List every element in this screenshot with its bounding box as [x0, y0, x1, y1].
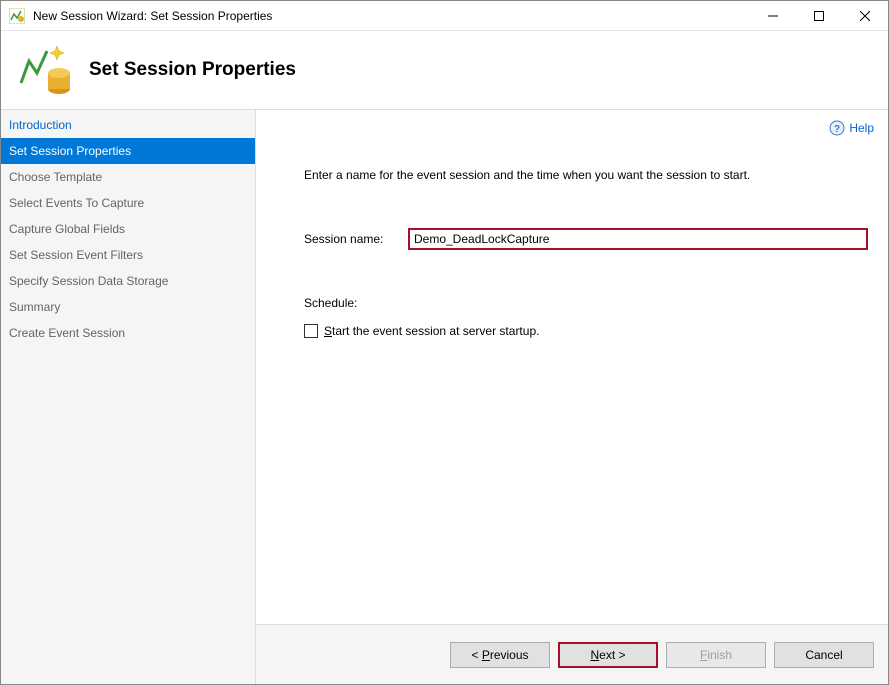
schedule-label: Schedule:: [304, 296, 870, 310]
wizard-header-icon: [17, 43, 71, 97]
help-link[interactable]: ? Help: [829, 120, 874, 136]
minimize-button[interactable]: [750, 1, 796, 30]
finish-button: Finish: [666, 642, 766, 668]
window-title: New Session Wizard: Set Session Properti…: [33, 9, 750, 23]
content-pane: ? Help Enter a name for the event sessio…: [256, 109, 888, 684]
close-button[interactable]: [842, 1, 888, 30]
session-name-row: Session name:: [304, 228, 870, 250]
sidebar-item-set-session-properties[interactable]: Set Session Properties: [1, 138, 255, 164]
session-name-label: Session name:: [304, 232, 408, 246]
startup-checkbox[interactable]: [304, 324, 318, 338]
sidebar-item-choose-template: Choose Template: [1, 164, 255, 190]
maximize-button[interactable]: [796, 1, 842, 30]
button-bar: < Previous Next > Finish Cancel: [256, 624, 888, 684]
window-controls: [750, 1, 888, 30]
sidebar-item-capture-global-fields: Capture Global Fields: [1, 216, 255, 242]
page-title: Set Session Properties: [89, 59, 296, 81]
startup-checkbox-row: Start the event session at server startu…: [304, 324, 870, 338]
sidebar-item-introduction[interactable]: Introduction: [1, 112, 255, 138]
wizard-header: Set Session Properties: [1, 31, 888, 109]
sidebar-item-data-storage: Specify Session Data Storage: [1, 268, 255, 294]
startup-checkbox-label: Start the event session at server startu…: [324, 324, 539, 338]
sidebar-item-select-events: Select Events To Capture: [1, 190, 255, 216]
help-icon: ?: [829, 120, 845, 136]
sidebar-item-set-event-filters: Set Session Event Filters: [1, 242, 255, 268]
sidebar-item-summary: Summary: [1, 294, 255, 320]
svg-text:?: ?: [834, 124, 840, 135]
session-name-input[interactable]: [408, 228, 868, 250]
body: Introduction Set Session Properties Choo…: [1, 109, 888, 684]
app-icon: [9, 8, 25, 24]
previous-button[interactable]: < Previous: [450, 642, 550, 668]
help-label: Help: [849, 121, 874, 135]
titlebar: New Session Wizard: Set Session Properti…: [1, 1, 888, 31]
instruction-text: Enter a name for the event session and t…: [304, 168, 870, 182]
wizard-steps-sidebar: Introduction Set Session Properties Choo…: [1, 109, 256, 684]
next-button[interactable]: Next >: [558, 642, 658, 668]
main-form: Enter a name for the event session and t…: [256, 136, 888, 624]
cancel-button[interactable]: Cancel: [774, 642, 874, 668]
sidebar-item-create-session: Create Event Session: [1, 320, 255, 346]
help-row: ? Help: [256, 110, 888, 136]
